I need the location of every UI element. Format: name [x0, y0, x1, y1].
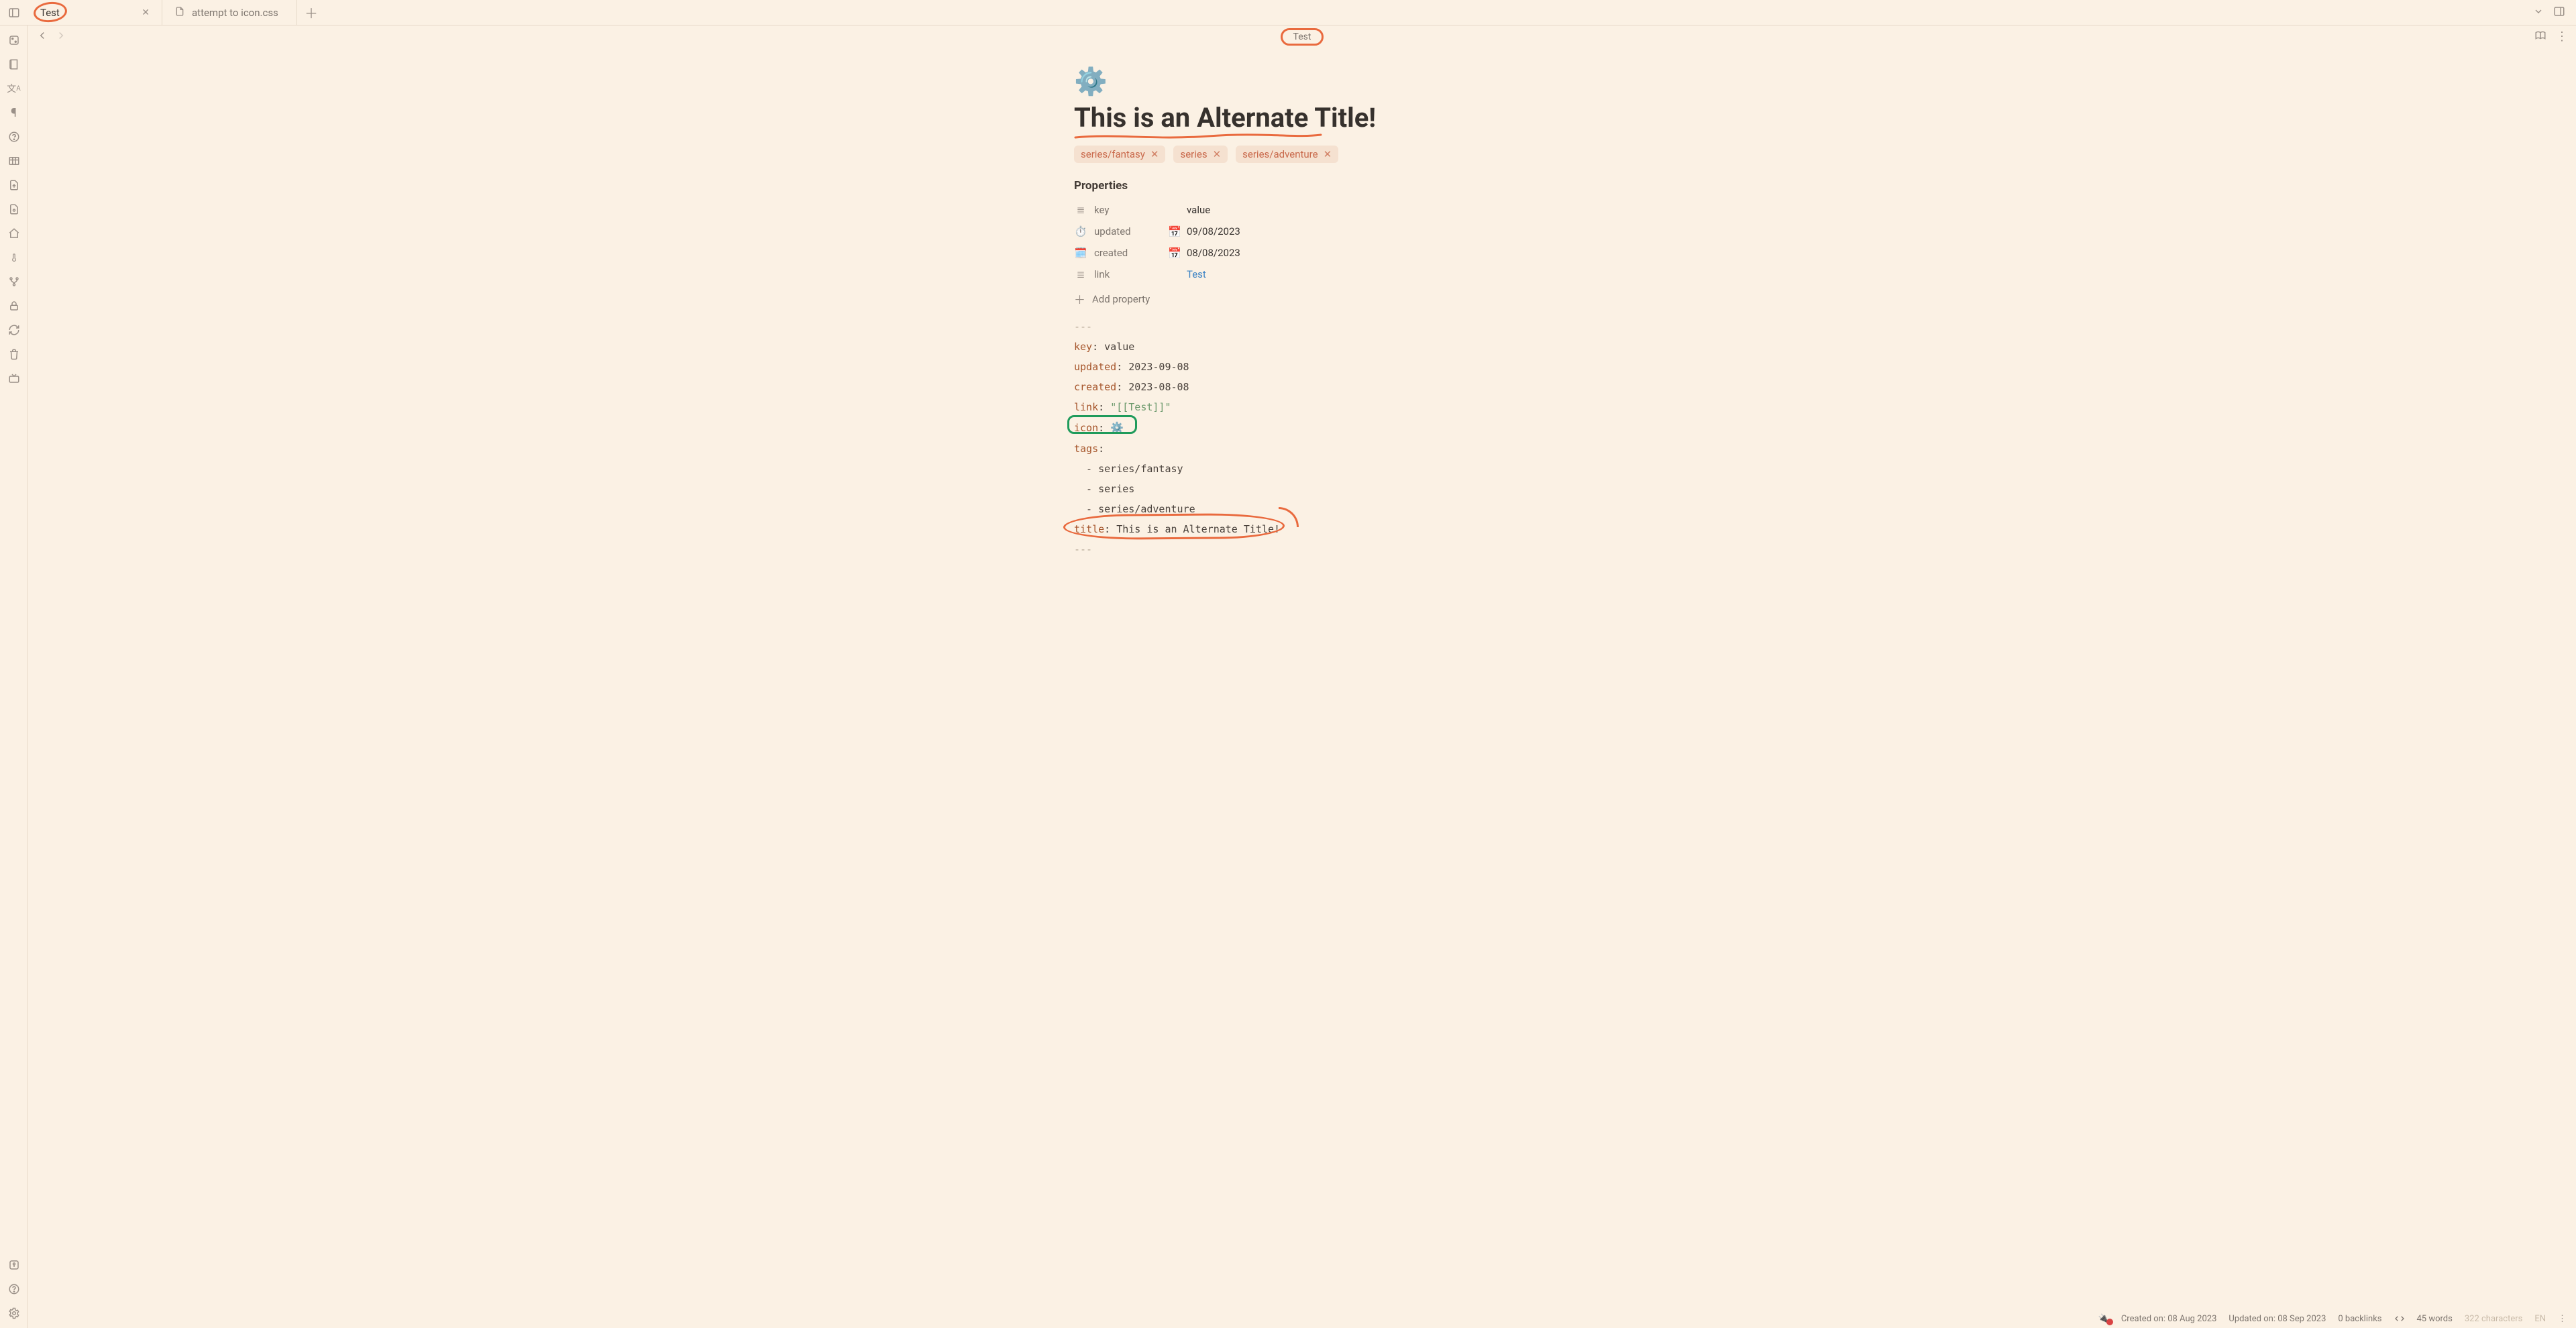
status-chars[interactable]: 322 characters	[2465, 1314, 2522, 1324]
add-property-label: Add property	[1092, 293, 1150, 305]
rail-icon-table[interactable]	[7, 154, 21, 168]
note-title[interactable]: This is an Alternate Title!	[1074, 102, 1376, 133]
nav-forward-icon	[55, 30, 67, 44]
rail-icon-tv[interactable]	[7, 372, 21, 385]
breadcrumb[interactable]: Test	[1281, 28, 1324, 46]
add-property-button[interactable]: ＋ Add property	[1074, 290, 1530, 307]
tag-label: series/adventure	[1242, 148, 1318, 160]
reading-view-icon[interactable]	[2534, 30, 2546, 44]
tab-css[interactable]: attempt to icon.css	[162, 0, 297, 25]
rail-icon-book[interactable]	[7, 58, 21, 71]
date-icon: 📅	[1168, 247, 1187, 260]
tab-close-icon[interactable]: ✕	[142, 7, 150, 18]
rail-icon-help[interactable]	[7, 1282, 21, 1296]
tab-test[interactable]: Test ✕	[28, 0, 162, 25]
right-panel-toggle[interactable]	[2553, 5, 2565, 20]
yaml-block[interactable]: --- key: value updated: 2023-09-08 creat…	[1074, 317, 1530, 559]
prop-key[interactable]: key	[1094, 204, 1168, 216]
tag-chip[interactable]: series/adventure ✕	[1236, 146, 1338, 163]
code-icon[interactable]	[2394, 1313, 2405, 1324]
rail-icon-trash[interactable]	[7, 347, 21, 361]
text-prop-icon	[1074, 268, 1087, 280]
tag-label: series/fantasy	[1081, 148, 1145, 160]
rail-icon-translate[interactable]: 文A	[7, 82, 21, 95]
rail-icon-paragraph[interactable]: ¶	[7, 106, 21, 119]
clock-icon: ⏱️	[1074, 225, 1087, 237]
rail-icon-home[interactable]	[7, 227, 21, 240]
tab-dropdown-icon[interactable]	[2533, 6, 2544, 19]
tag-label: series	[1180, 148, 1207, 160]
tab-label: Test	[40, 7, 60, 19]
nav-back-icon[interactable]	[36, 30, 48, 44]
tag-remove-icon[interactable]: ✕	[1150, 148, 1159, 160]
tag-remove-icon[interactable]: ✕	[1213, 148, 1222, 160]
rail-icon-thermometer[interactable]	[7, 251, 21, 264]
tag-remove-icon[interactable]: ✕	[1324, 148, 1332, 160]
rail-icon-branch[interactable]	[7, 275, 21, 288]
new-tab-button[interactable]: ＋	[297, 0, 326, 25]
alert-dot-icon	[2106, 1319, 2113, 1325]
calendar-icon: 🗓️	[1074, 247, 1087, 259]
status-words[interactable]: 45 words	[2417, 1314, 2453, 1324]
tag-chip[interactable]: series ✕	[1173, 146, 1228, 163]
rail-icon-random[interactable]	[7, 34, 21, 47]
rail-icon-lock[interactable]	[7, 299, 21, 313]
status-created: Created on: 08 Aug 2023	[2121, 1314, 2217, 1324]
prop-value-link[interactable]: Test	[1187, 268, 1530, 280]
properties-heading: Properties	[1074, 179, 1530, 192]
status-backlinks[interactable]: 0 backlinks	[2338, 1314, 2381, 1324]
prop-key[interactable]: updated	[1094, 225, 1168, 237]
date-icon: 📅	[1168, 225, 1187, 238]
rail-icon-file-out[interactable]	[7, 178, 21, 192]
prop-value[interactable]: 08/08/2023	[1187, 247, 1530, 259]
prop-value[interactable]: value	[1187, 204, 1530, 216]
rail-icon-refresh[interactable]	[7, 323, 21, 337]
status-more-icon[interactable]: ⋮	[2558, 1314, 2567, 1324]
text-prop-icon	[1074, 204, 1087, 216]
prop-key[interactable]: created	[1094, 247, 1168, 259]
tag-chip[interactable]: series/fantasy ✕	[1074, 146, 1165, 163]
status-updated: Updated on: 08 Sep 2023	[2229, 1314, 2326, 1324]
plugin-status-icon[interactable]: 🔌	[2098, 1314, 2109, 1324]
prop-key[interactable]: link	[1094, 268, 1168, 280]
rail-icon-file-badge[interactable]	[7, 203, 21, 216]
more-options-icon[interactable]: ⋮	[2556, 30, 2568, 44]
prop-value[interactable]: 09/08/2023	[1187, 225, 1530, 237]
plus-icon: ＋	[1074, 290, 1085, 307]
note-icon[interactable]: ⚙️	[1074, 68, 1530, 95]
css-file-icon	[174, 6, 185, 19]
status-lang[interactable]: EN	[2534, 1314, 2546, 1324]
left-panel-toggle[interactable]	[0, 0, 28, 25]
tab-label: attempt to icon.css	[192, 7, 278, 19]
rail-icon-location[interactable]	[7, 1258, 21, 1272]
annotation-underline	[1074, 132, 1530, 139]
rail-icon-badge[interactable]	[7, 130, 21, 144]
